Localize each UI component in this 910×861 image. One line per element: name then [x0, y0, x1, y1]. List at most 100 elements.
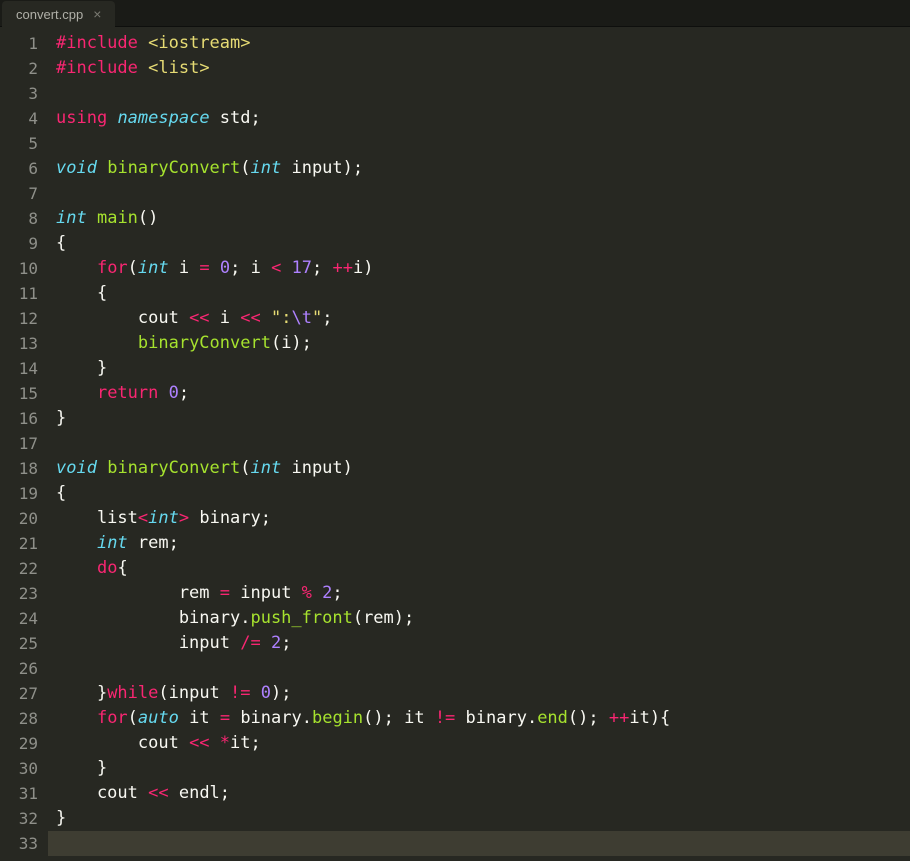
code-token: std;: [210, 108, 261, 128]
code-token: begin: [312, 708, 363, 728]
code-token: (: [240, 458, 250, 478]
code-token: (: [128, 258, 138, 278]
line-number: 31: [0, 781, 38, 806]
line-number: 6: [0, 156, 38, 181]
code-token: binaryConvert: [138, 333, 271, 353]
line-number: 25: [0, 631, 38, 656]
code-token: <<: [189, 308, 209, 328]
code-token: [97, 158, 107, 178]
code-line: for(auto it = binary.begin(); it != bina…: [56, 706, 910, 731]
line-number: 13: [0, 331, 38, 356]
code-line: input /= 2;: [56, 631, 910, 656]
code-token: list: [56, 508, 138, 528]
code-line: [56, 656, 910, 681]
code-token: ;: [281, 633, 291, 653]
code-token: (input: [158, 683, 230, 703]
code-token: [261, 308, 271, 328]
code-token: for: [97, 708, 128, 728]
code-token: *: [220, 733, 230, 753]
code-token: [251, 683, 261, 703]
code-line: cout << endl;: [56, 781, 910, 806]
code-token: }: [56, 683, 107, 703]
code-token: {: [56, 283, 107, 303]
code-token: [138, 58, 148, 78]
code-line: [56, 431, 910, 456]
code-token: int: [251, 158, 282, 178]
code-token: !=: [230, 683, 250, 703]
tab-title: convert.cpp: [16, 7, 83, 22]
code-token: int: [97, 533, 128, 553]
code-token: binary.: [230, 708, 312, 728]
code-token: [107, 108, 117, 128]
code-line: void binaryConvert(int input): [56, 456, 910, 481]
file-tab[interactable]: convert.cpp ×: [2, 1, 115, 27]
code-line: {: [56, 481, 910, 506]
code-token: ": [312, 308, 322, 328]
code-token: using: [56, 108, 107, 128]
code-token: i: [169, 258, 200, 278]
code-token: for: [97, 258, 128, 278]
line-number: 1: [0, 31, 38, 56]
line-number: 15: [0, 381, 38, 406]
code-token: [56, 383, 97, 403]
code-token: [138, 33, 148, 53]
code-token: [97, 458, 107, 478]
code-token: <: [271, 258, 281, 278]
code-line: for(int i = 0; i < 17; ++i): [56, 256, 910, 281]
code-line: }: [56, 756, 910, 781]
code-area[interactable]: #include <iostream>#include <list> using…: [48, 27, 910, 861]
code-token: main: [97, 208, 138, 228]
code-token: int: [56, 208, 87, 228]
code-token: end: [537, 708, 568, 728]
code-token: [56, 333, 138, 353]
code-line: #include <list>: [56, 56, 910, 81]
code-token: <list>: [148, 58, 209, 78]
code-token: [210, 733, 220, 753]
code-token: ;: [322, 308, 332, 328]
line-number: 10: [0, 256, 38, 281]
code-token: ;: [332, 583, 342, 603]
code-token: namespace: [117, 108, 209, 128]
code-line: list<int> binary;: [56, 506, 910, 531]
code-token: it: [179, 708, 220, 728]
code-token: i): [353, 258, 373, 278]
line-number: 3: [0, 81, 38, 106]
line-number: 19: [0, 481, 38, 506]
code-token: [281, 258, 291, 278]
code-token: ;: [179, 383, 189, 403]
code-line: binaryConvert(i);: [56, 331, 910, 356]
code-token: [56, 558, 97, 578]
code-token: #include: [56, 33, 138, 53]
code-line: [56, 131, 910, 156]
line-number: 30: [0, 756, 38, 781]
line-number: 17: [0, 431, 38, 456]
code-token: int: [148, 508, 179, 528]
code-line: }: [56, 806, 910, 831]
code-line: }while(input != 0);: [56, 681, 910, 706]
code-line: do{: [56, 556, 910, 581]
code-line: {: [56, 281, 910, 306]
code-token: [312, 583, 322, 603]
code-token: (rem);: [353, 608, 414, 628]
code-token: input: [230, 583, 302, 603]
code-token: (i);: [271, 333, 312, 353]
line-number: 7: [0, 181, 38, 206]
code-token: binary.: [56, 608, 250, 628]
close-icon[interactable]: ×: [93, 7, 101, 21]
code-token: );: [271, 683, 291, 703]
line-number: 22: [0, 556, 38, 581]
code-line: int rem;: [56, 531, 910, 556]
code-token: void: [56, 158, 97, 178]
code-token: ();: [568, 708, 609, 728]
code-token: <<: [189, 733, 209, 753]
line-number: 5: [0, 131, 38, 156]
line-number: 27: [0, 681, 38, 706]
code-token: it;: [230, 733, 261, 753]
code-token: endl;: [169, 783, 230, 803]
code-token: while: [107, 683, 158, 703]
code-token: input): [281, 458, 353, 478]
line-number: 8: [0, 206, 38, 231]
code-token: [210, 258, 220, 278]
code-token: do: [97, 558, 117, 578]
code-token: rem;: [128, 533, 179, 553]
